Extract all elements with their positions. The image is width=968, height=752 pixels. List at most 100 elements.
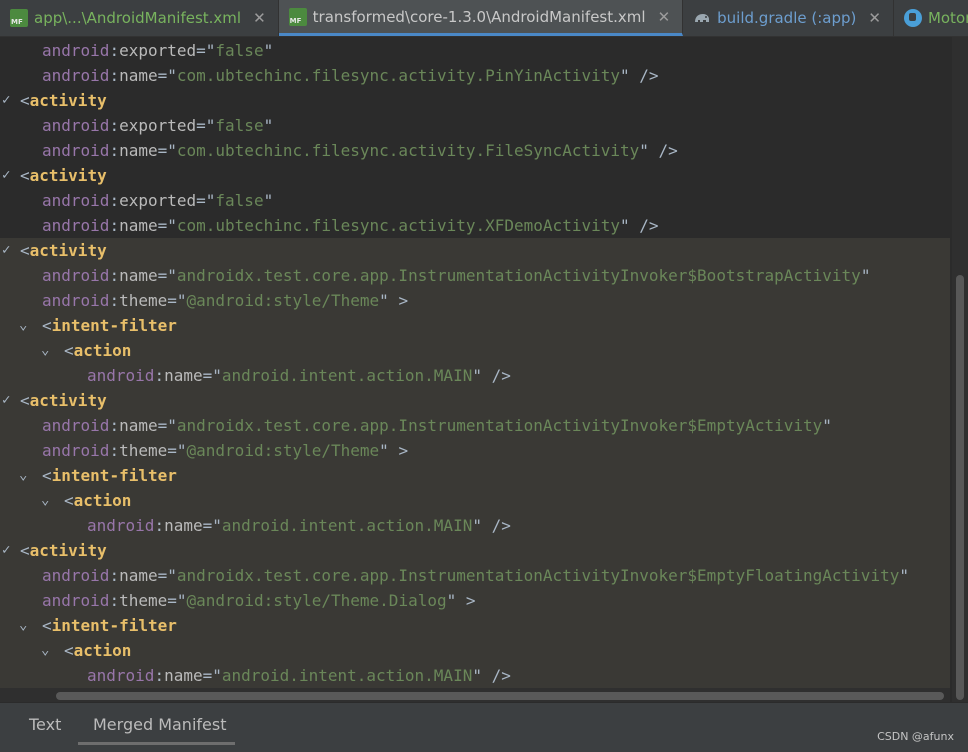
watermark: CSDN @afunx (877, 730, 954, 743)
code-token: : (109, 141, 120, 160)
fold-marker-icon[interactable]: ✓ (2, 388, 10, 413)
code-text: android:theme="@android:style/Theme" > (42, 438, 408, 463)
code-token: =" (202, 516, 222, 535)
code-text: <activity (20, 388, 107, 413)
code-token: com.ubtechinc.filesync.activity.XFDemoAc… (176, 216, 620, 235)
horizontal-scrollbar[interactable] (0, 688, 950, 702)
code-token: false (215, 116, 264, 135)
code-line: ⌄ <intent-filter (0, 313, 968, 338)
code-token: false (215, 191, 264, 210)
code-token: android (87, 366, 155, 385)
code-token: =" (157, 266, 177, 285)
code-token: @android:style/Theme (186, 441, 380, 460)
code-text: android:name="androidx.test.core.app.Ins… (42, 263, 870, 288)
code-token: < (42, 616, 52, 635)
code-token: android.intent.action.MAIN (221, 366, 473, 385)
code-token: " (263, 191, 274, 210)
vertical-scrollbar[interactable] (952, 37, 968, 702)
code-token: name (119, 566, 158, 585)
code-token: android (42, 141, 110, 160)
code-line: android:name="androidx.test.core.app.Ins… (0, 563, 968, 588)
code-text: <activity (20, 163, 107, 188)
code-editor[interactable]: android:exported="false" android:name="co… (0, 37, 968, 702)
code-token: action (73, 491, 132, 510)
code-token: android (42, 416, 110, 435)
vertical-scroll-thumb[interactable] (956, 275, 964, 700)
code-token: < (42, 466, 52, 485)
code-token: " /> (472, 366, 511, 385)
fold-marker-icon[interactable]: ✓ (2, 238, 10, 263)
code-text: android:name="android.intent.action.MAIN… (87, 513, 511, 538)
code-token: name (119, 416, 158, 435)
code-line: android:name="android.intent.action.MAIN… (0, 513, 968, 538)
tab-build-gradle[interactable]: build.gradle (:app) ✕ (683, 0, 894, 36)
code-text: <action (64, 338, 131, 363)
code-line: ✓ <activity (0, 238, 968, 263)
code-token: " (822, 416, 832, 435)
code-token: : (109, 416, 120, 435)
tab-core-manifest[interactable]: transformed\core-1.3.0\AndroidManifest.x… (278, 0, 684, 36)
code-token: " /> (619, 216, 659, 235)
tab-app-manifest[interactable]: app\...\AndroidManifest.xml ✕ (0, 0, 279, 36)
code-token: intent-filter (51, 466, 177, 485)
close-icon[interactable]: ✕ (658, 8, 671, 26)
code-text: android:name="android.intent.action.MAIN… (87, 663, 511, 688)
code-token: com.ubtechinc.filesync.activity.PinYinAc… (176, 66, 620, 85)
tab-motor-file[interactable]: MotorMar (894, 0, 968, 36)
tab-merged-manifest[interactable]: Merged Manifest (93, 715, 226, 734)
code-token: < (64, 491, 74, 510)
code-text: <intent-filter (42, 613, 177, 638)
tab-text[interactable]: Text (29, 715, 61, 734)
code-token: exported (119, 191, 197, 210)
code-token: activity (29, 241, 107, 260)
code-token: name (164, 366, 203, 385)
code-text: android:exported="false" (42, 113, 273, 138)
code-token: activity (29, 91, 107, 110)
code-token: " (263, 116, 274, 135)
close-icon[interactable]: ✕ (868, 9, 881, 27)
code-token: =" (157, 216, 177, 235)
code-token: " > (379, 441, 409, 460)
code-token: : (109, 291, 120, 310)
fold-toggle-icon[interactable]: ⌄ (41, 638, 49, 663)
code-token: : (154, 366, 165, 385)
code-token: android (42, 66, 110, 85)
code-line: ⌄ <action (0, 638, 968, 663)
fold-toggle-icon[interactable]: ⌄ (41, 488, 49, 513)
code-token: : (109, 41, 120, 60)
fold-toggle-icon[interactable]: ⌄ (19, 313, 27, 338)
code-line: android:exported="false" (0, 113, 968, 138)
fold-marker-icon[interactable]: ✓ (2, 538, 10, 563)
code-token: " /> (619, 66, 659, 85)
horizontal-scroll-thumb[interactable] (56, 692, 944, 700)
code-text: android:theme="@android:style/Theme.Dial… (42, 588, 476, 613)
fold-marker-icon[interactable]: ✓ (2, 163, 10, 188)
code-token: name (119, 266, 158, 285)
fold-marker-icon[interactable]: ✓ (2, 88, 10, 113)
code-token: theme (119, 591, 168, 610)
code-token: android (87, 516, 155, 535)
code-line: android:name="com.ubtechinc.filesync.act… (0, 213, 968, 238)
close-icon[interactable]: ✕ (253, 9, 266, 27)
code-token: name (119, 141, 158, 160)
code-token: action (73, 641, 132, 660)
code-token: " > (379, 291, 409, 310)
code-token: android (87, 666, 155, 685)
code-token: " /> (472, 666, 511, 685)
code-token: " > (446, 591, 476, 610)
code-token: com.ubtechinc.filesync.activity.FileSync… (176, 141, 640, 160)
fold-toggle-icon[interactable]: ⌄ (19, 613, 27, 638)
code-token: " /> (639, 141, 678, 160)
code-text: android:exported="false" (42, 188, 273, 213)
code-token: activity (29, 391, 107, 410)
tab-label: MotorMar (927, 9, 968, 27)
code-token: : (109, 216, 120, 235)
fold-toggle-icon[interactable]: ⌄ (19, 463, 27, 488)
code-line: android:name="android.intent.action.MAIN… (0, 663, 968, 688)
code-token: =" (167, 591, 187, 610)
code-text: <activity (20, 538, 107, 563)
fold-toggle-icon[interactable]: ⌄ (41, 338, 49, 363)
code-line: android:theme="@android:style/Theme" > (0, 438, 968, 463)
code-line: ✓ <activity (0, 538, 968, 563)
code-token: =" (196, 191, 216, 210)
